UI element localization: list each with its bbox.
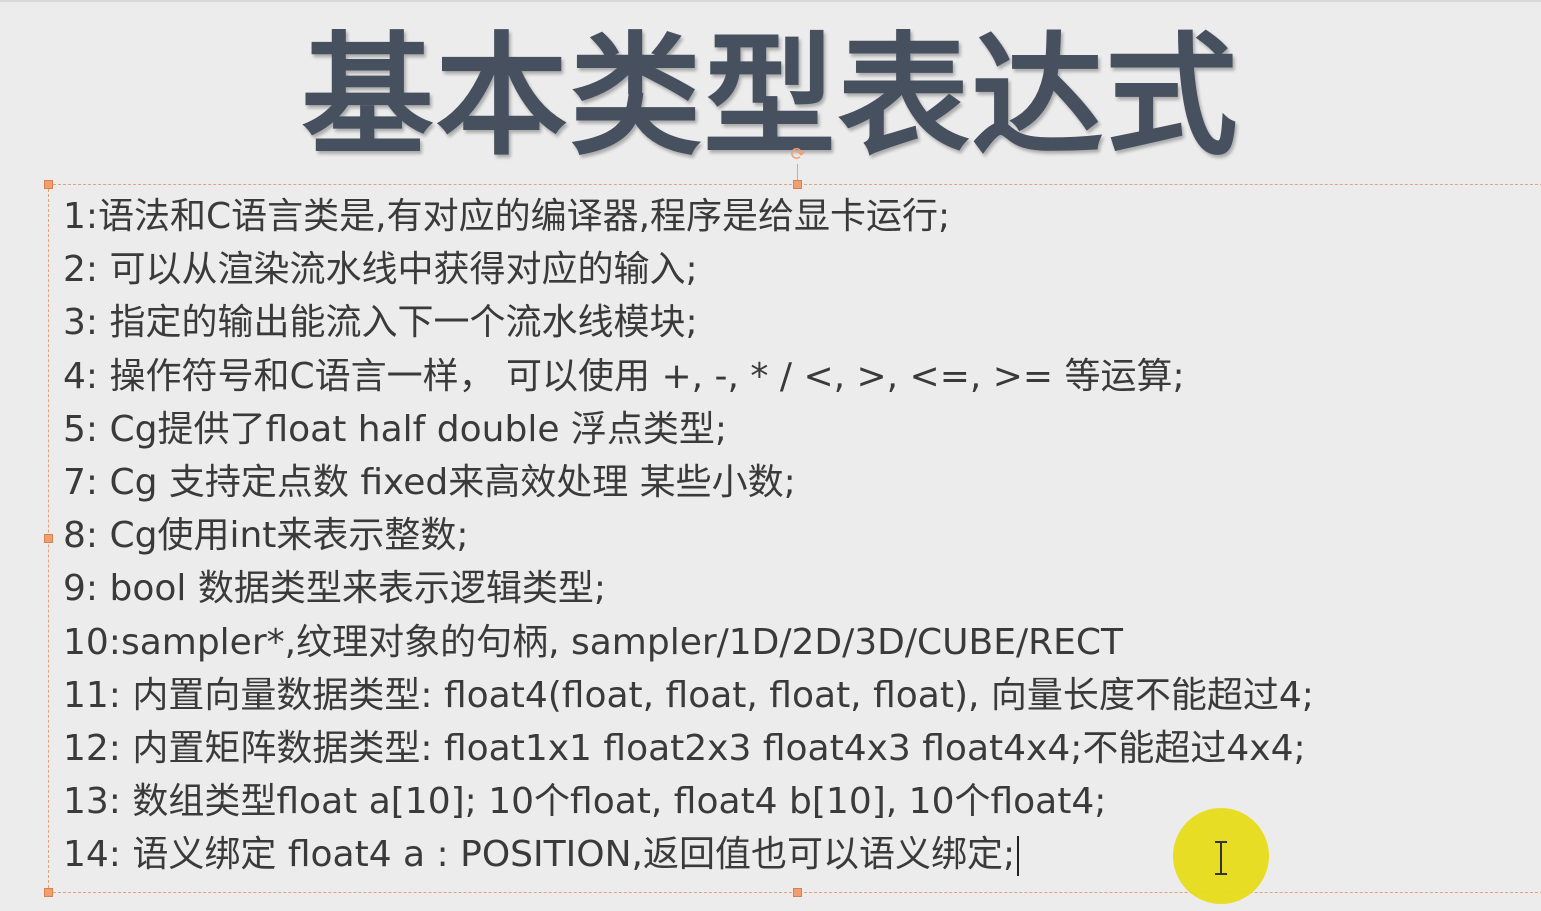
list-item: 10:sampler*,纹理对象的句柄, sampler/1D/2D/3D/CU… (63, 621, 1123, 663)
resize-handle-bottom-left[interactable] (44, 888, 53, 897)
resize-handle-bottom-center[interactable] (793, 888, 802, 897)
list-item-last: 14: 语义绑定 float4 a : POSITION,返回值也可以语义绑定; (63, 828, 1503, 881)
list-item: 2: 可以从渲染流水线中获得对应的输入; (63, 249, 698, 291)
list-item: 9: bool 数据类型来表示逻辑类型; (63, 568, 606, 610)
text-ibeam-cursor-icon (1215, 841, 1227, 875)
resize-handle-top-center[interactable] (793, 180, 802, 189)
resize-handle-top-left[interactable] (44, 180, 53, 189)
top-divider (0, 0, 1541, 2)
resize-handle-middle-left[interactable] (44, 534, 53, 543)
rotate-stem (797, 164, 798, 180)
list-item: 11: 内置向量数据类型: float4(float, float, float… (63, 674, 1314, 716)
list-item: 12: 内置矩阵数据类型: float1x1 float2x3 float4x3… (63, 727, 1306, 769)
list-item: 13: 数组类型float a[10]; 10个float, float4 b[… (63, 781, 1107, 823)
list-item: 5: Cg提供了float half double 浮点类型; (63, 408, 728, 450)
list-item: 1:语法和C语言类是,有对应的编译器,程序是给显卡运行; (63, 196, 951, 237)
content-list[interactable]: 1:语法和C语言类是,有对应的编译器,程序是给显卡运行; 2: 可以从渲染流水线… (63, 190, 1503, 881)
list-item: 7: Cg 支持定点数 fixed来高效处理 某些小数; (63, 461, 796, 503)
slide-canvas: 基本类型表达式 ⟳ 1:语法和C语言类是,有对应的编译器,程序是给显卡运行; 2… (0, 0, 1541, 911)
rotate-handle-icon[interactable]: ⟳ (789, 146, 807, 164)
list-item: 4: 操作符号和C语言一样， 可以使用 +, -, * / <, >, <=, … (63, 355, 1185, 397)
text-caret (1017, 836, 1020, 877)
list-item: 8: Cg使用int来表示整数; (63, 515, 469, 557)
list-item: 3: 指定的输出能流入下一个流水线模块; (63, 302, 698, 344)
last-item-text: 14: 语义绑定 float4 a : POSITION,返回值也可以语义绑定; (63, 834, 1016, 876)
slide-title[interactable]: 基本类型表达式 (0, 22, 1541, 172)
